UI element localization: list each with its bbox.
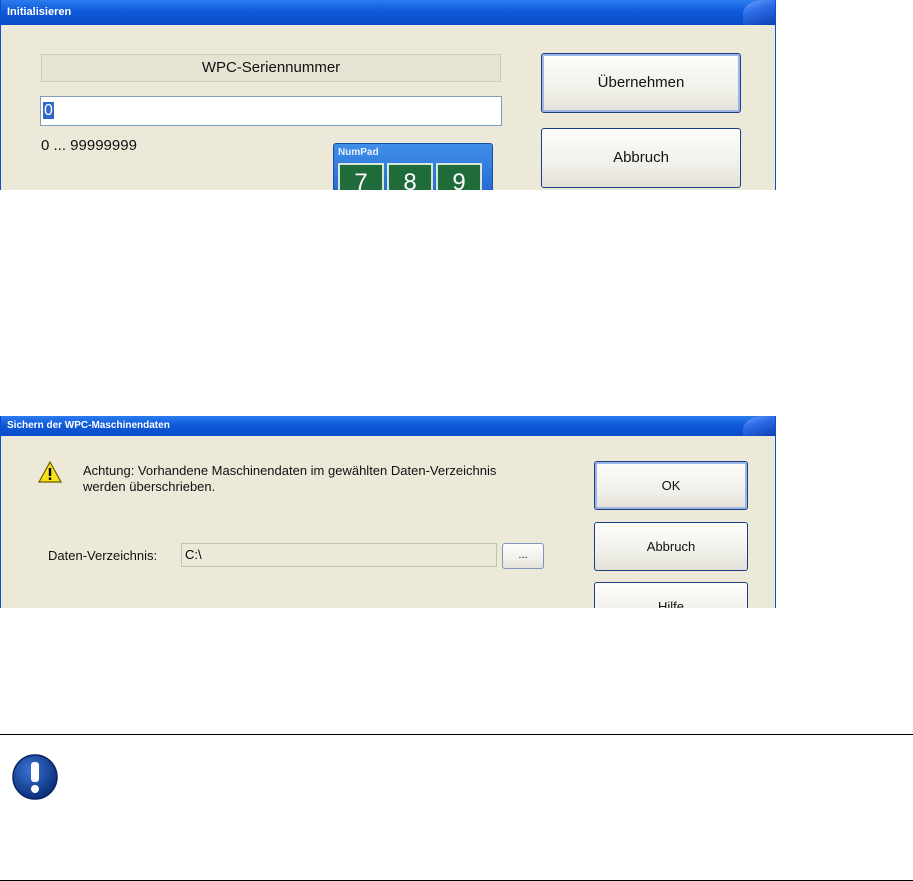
backup-dialog-content: Achtung: Vorhandene Maschinendaten im ge… xyxy=(0,416,776,608)
close-icon[interactable] xyxy=(743,0,775,25)
browse-button[interactable]: ... xyxy=(502,543,544,569)
serial-number-value: 0 xyxy=(43,102,54,119)
help-button[interactable]: Hilfe xyxy=(594,582,748,608)
exclamation-icon xyxy=(12,754,58,800)
initialize-dialog: Initialisieren WPC-Seriennummer 0 0 ... … xyxy=(0,0,776,190)
directory-field[interactable]: C:\ xyxy=(181,543,497,567)
warning-icon xyxy=(38,461,62,483)
warning-line-2: werden überschrieben. xyxy=(83,479,216,494)
numpad-title: NumPad xyxy=(338,147,379,158)
serial-number-label: WPC-Seriennummer xyxy=(41,54,501,82)
directory-label: Daten-Verzeichnis: xyxy=(48,548,158,563)
numpad-key-8[interactable]: 8 xyxy=(387,163,433,190)
numpad: NumPad 7 8 9 xyxy=(333,143,493,190)
serial-number-range: 0 ... 99999999 xyxy=(41,137,137,154)
ok-button[interactable]: OK xyxy=(594,461,748,510)
initialize-dialog-title: Initialisieren xyxy=(7,6,72,18)
initialize-dialog-titlebar[interactable]: Initialisieren xyxy=(1,0,775,25)
cancel-button-2[interactable]: Abbruch xyxy=(594,522,748,571)
numpad-key-9[interactable]: 9 xyxy=(436,163,482,190)
notice-divider-top xyxy=(0,734,913,735)
numpad-key-7[interactable]: 7 xyxy=(338,163,384,190)
warning-line-1: Achtung: Vorhandene Maschinendaten im ge… xyxy=(83,463,497,478)
warning-message: Achtung: Vorhandene Maschinendaten im ge… xyxy=(83,463,583,495)
serial-number-input[interactable]: 0 xyxy=(40,96,502,126)
cancel-button[interactable]: Abbruch xyxy=(541,128,741,188)
apply-button[interactable]: Übernehmen xyxy=(541,53,741,113)
